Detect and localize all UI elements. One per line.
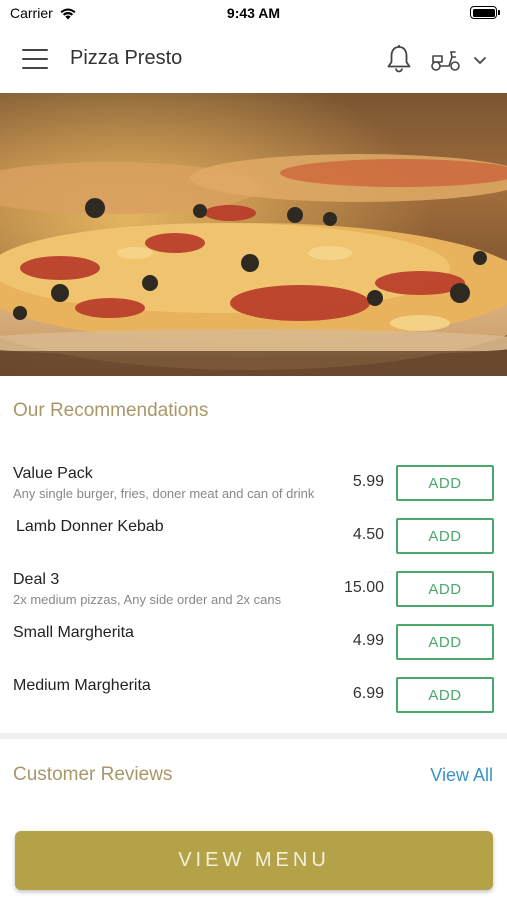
status-time: 9:43 AM	[226, 5, 281, 21]
item-name: Value Pack	[13, 465, 93, 482]
reviews-title: Customer Reviews	[13, 764, 173, 785]
menu-icon[interactable]	[22, 49, 48, 69]
item-name: Deal 3	[13, 571, 60, 588]
item-name: Small Margherita	[13, 624, 134, 641]
item-name: Lamb Donner Kebab	[16, 518, 164, 535]
scooter-icon[interactable]	[430, 48, 462, 72]
add-button[interactable]: ADD	[396, 465, 494, 501]
battery-icon	[470, 6, 500, 19]
status-bar: Carrier 9:43 AM	[0, 0, 507, 26]
add-button[interactable]: ADD	[396, 677, 494, 713]
item-price: 5.99	[352, 473, 384, 490]
recommendation-item: Value Pack Any single burger, fries, don…	[0, 465, 507, 515]
pizza-hero-image	[0, 93, 507, 376]
item-price: 6.99	[352, 685, 384, 702]
item-price: 4.99	[352, 632, 384, 649]
item-price: 15.00	[343, 579, 384, 596]
recommendation-item: Small Margherita 4.99 ADD	[0, 624, 507, 674]
bell-icon[interactable]	[385, 44, 413, 74]
item-name: Medium Margherita	[13, 677, 151, 694]
item-description: Any single burger, fries, doner meat and…	[13, 486, 315, 501]
recommendations-title: Our Recommendations	[13, 400, 209, 421]
recommendation-item: Lamb Donner Kebab 4.50 ADD	[0, 518, 507, 568]
add-button[interactable]: ADD	[396, 518, 494, 554]
app-title: Pizza Presto	[70, 47, 183, 69]
app-header: Pizza Presto	[0, 26, 507, 93]
section-divider	[0, 733, 507, 739]
recommendation-item: Deal 3 2x medium pizzas, Any side order …	[0, 571, 507, 621]
add-button[interactable]: ADD	[396, 571, 494, 607]
chevron-down-icon[interactable]	[472, 53, 488, 67]
add-button[interactable]: ADD	[396, 624, 494, 660]
item-price: 4.50	[352, 526, 384, 543]
recommendation-item: Medium Margherita 6.99 ADD	[0, 677, 507, 727]
view-all-link[interactable]: View All	[430, 765, 493, 786]
view-menu-button[interactable]: VIEW MENU	[15, 831, 493, 890]
item-description: 2x medium pizzas, Any side order and 2x …	[13, 592, 282, 607]
